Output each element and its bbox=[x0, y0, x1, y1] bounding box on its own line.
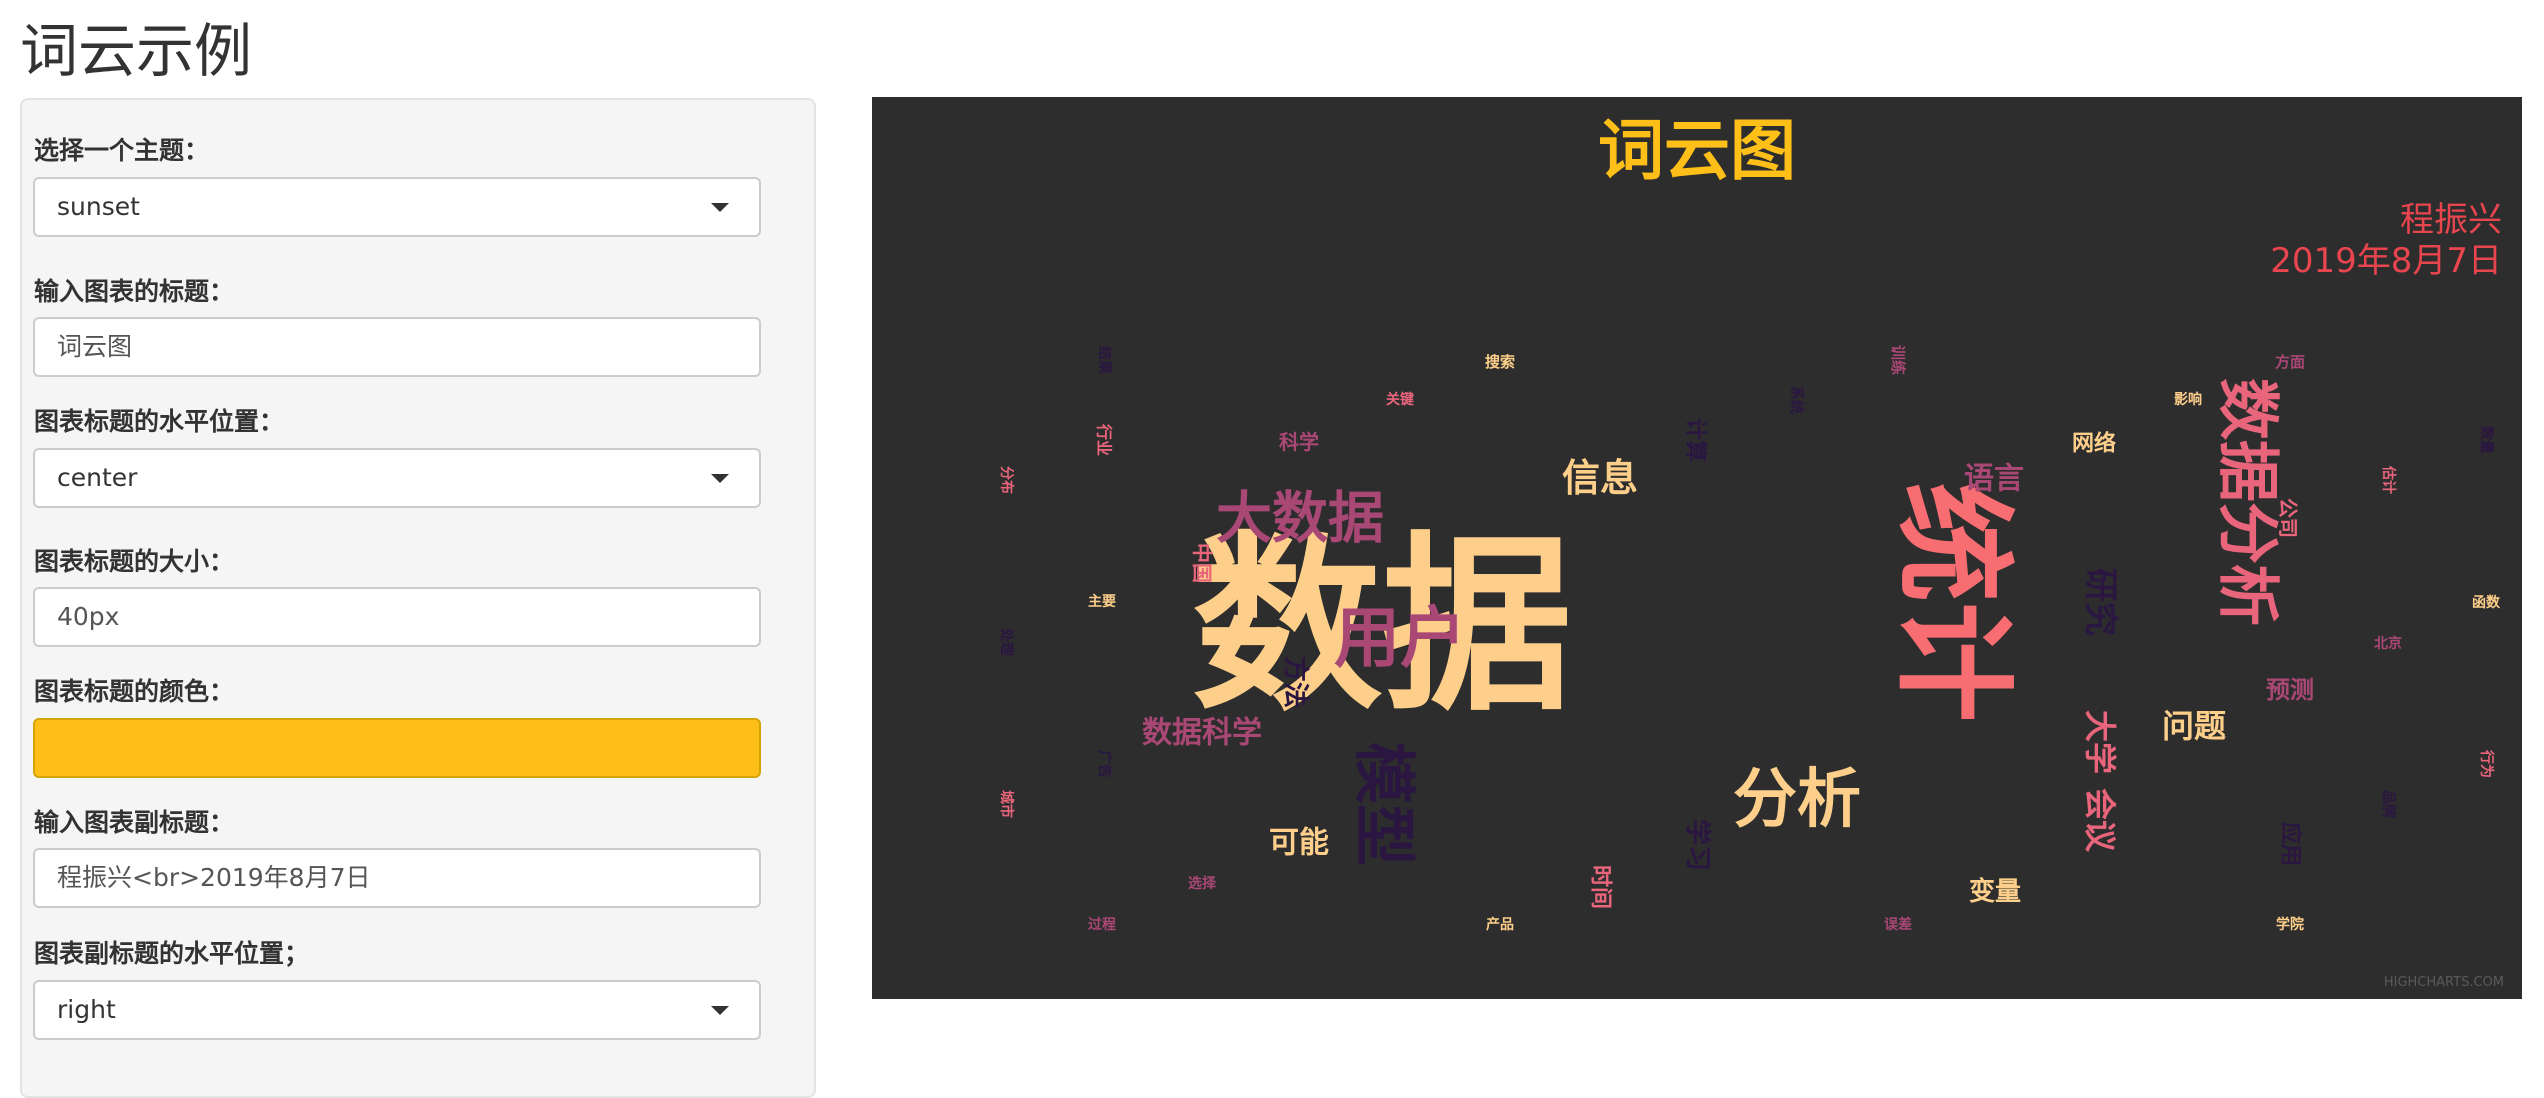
wordcloud-word: 分析 bbox=[1733, 763, 1861, 837]
title-align-select-value: center bbox=[57, 463, 138, 492]
subtitle-align-select-value: right bbox=[57, 995, 116, 1024]
wordcloud-word: 分布 bbox=[998, 466, 1015, 494]
title-color-picker[interactable] bbox=[33, 718, 761, 778]
wordcloud-word: 品牌 bbox=[2380, 790, 2397, 818]
wordcloud-word: 网络 bbox=[2072, 431, 2116, 457]
wordcloud-word: 过程 bbox=[1088, 916, 1116, 933]
wordcloud-word: 方面 bbox=[2275, 353, 2305, 371]
wordcloud-word: 用户 bbox=[1334, 600, 1466, 677]
caret-down-icon bbox=[711, 1006, 729, 1015]
theme-label: 选择一个主题： bbox=[34, 136, 210, 165]
theme-select[interactable]: sunset bbox=[33, 177, 761, 237]
wordcloud-word: 预测 bbox=[2266, 676, 2314, 704]
wordcloud-word: 研究 bbox=[2080, 568, 2120, 636]
wordcloud-word: 科学 bbox=[1279, 430, 1319, 454]
title-color-label: 图表标题的颜色： bbox=[34, 677, 235, 706]
chart-subtitle-line: 2019年8月7日 bbox=[2270, 241, 2502, 281]
wordcloud-word: 信息 bbox=[1562, 456, 1638, 500]
wordcloud-word: 计算 bbox=[1683, 418, 1709, 462]
wordcloud-word: 关键 bbox=[1386, 391, 1415, 408]
wordcloud-word: 时间 bbox=[1588, 865, 1613, 909]
wordcloud-word: 可能 bbox=[1269, 826, 1329, 861]
wordcloud-word: 行业 bbox=[1095, 423, 1114, 456]
chart-subtitle-line: 程振兴 bbox=[2400, 200, 2502, 240]
title-size-input[interactable]: 40px bbox=[33, 587, 761, 647]
subtitle-input-value: 程振兴<br>2019年8月7日 bbox=[57, 863, 371, 892]
wordcloud-word: 搜索 bbox=[1485, 353, 1515, 371]
wordcloud-word: 结果 bbox=[1096, 346, 1113, 375]
subtitle-align-select[interactable]: right bbox=[33, 980, 761, 1040]
title-size-label: 图表标题的大小： bbox=[34, 547, 235, 576]
wordcloud-word: 公司 bbox=[2276, 498, 2300, 538]
wordcloud-word: 变量 bbox=[1969, 876, 2021, 907]
caret-down-icon bbox=[711, 474, 729, 483]
wordcloud-word: 处理 bbox=[998, 627, 1015, 656]
subtitle-align-label: 图表副标题的水平位置； bbox=[34, 939, 310, 968]
wordcloud-word: 语言 bbox=[1964, 462, 2024, 497]
wordcloud-word: 误差 bbox=[1884, 916, 1912, 933]
wordcloud-word: 方法 bbox=[1280, 656, 1311, 708]
title-align-select[interactable]: center bbox=[33, 448, 761, 508]
wordcloud-word: 产品 bbox=[1486, 916, 1514, 933]
wordcloud-word: 系统 bbox=[1788, 386, 1805, 414]
wordcloud-word: 问题 bbox=[2162, 707, 2226, 745]
wordcloud-word: 模型 bbox=[1348, 742, 1421, 866]
chart-credits: HIGHCHARTS.COM bbox=[2384, 975, 2504, 990]
wordcloud-word: 学院 bbox=[2276, 916, 2304, 933]
wordcloud-word: 统计 bbox=[1883, 482, 2022, 722]
wordcloud-word: 行为 bbox=[2478, 749, 2495, 778]
wordcloud-word: 数据分析 bbox=[2212, 378, 2285, 626]
title-label: 输入图表的标题： bbox=[34, 277, 235, 306]
title-size-input-value: 40px bbox=[57, 602, 120, 631]
wordcloud-chart: 词云图 程振兴 2019年8月7日 HIGHCHARTS.COM 数据 统计 数据分析 用户模… bbox=[872, 97, 2522, 999]
wordcloud-svg: 词云图程振兴2019年8月7日HIGHCHARTS.COM数据 统计 数据分析用户模… bbox=[872, 97, 2522, 999]
wordcloud-word: 数据科学 bbox=[1142, 716, 1262, 751]
wordcloud-word: 数量 bbox=[2478, 426, 2495, 454]
theme-select-value: sunset bbox=[57, 192, 140, 221]
wordcloud-word: 北京 bbox=[2374, 635, 2402, 652]
wordcloud-word: 影响 bbox=[2174, 391, 2202, 408]
chart-title: 词云图 bbox=[1598, 112, 1796, 189]
subtitle-input[interactable]: 程振兴<br>2019年8月7日 bbox=[33, 848, 761, 908]
wordcloud-word: 会议 bbox=[2081, 788, 2119, 853]
wordcloud-word: 估计 bbox=[2380, 465, 2397, 494]
title-input-value: 词云图 bbox=[57, 332, 133, 361]
wordcloud-word: 城市 bbox=[998, 790, 1015, 818]
subtitle-label: 输入图表副标题： bbox=[34, 808, 235, 837]
page-title: 词云示例 bbox=[20, 17, 253, 85]
title-input[interactable]: 词云图 bbox=[33, 317, 761, 377]
wordcloud-word: 广告 bbox=[1096, 750, 1113, 778]
caret-down-icon bbox=[711, 203, 729, 212]
wordcloud-word: 学习 bbox=[1682, 819, 1713, 871]
wordcloud-word: 选择 bbox=[1188, 875, 1217, 892]
wordcloud-word: 主要 bbox=[1088, 593, 1116, 610]
wordcloud-word: 函数 bbox=[2472, 594, 2501, 611]
wordcloud-word: 中国 bbox=[1190, 543, 1214, 583]
wordcloud-word: 大学 bbox=[2081, 710, 2119, 774]
wordcloud-word: 应用 bbox=[2278, 822, 2304, 866]
wordcloud-word: 训练 bbox=[1889, 345, 1907, 375]
title-align-label: 图表标题的水平位置： bbox=[34, 407, 285, 436]
wordcloud-word: 大数据 bbox=[1216, 487, 1384, 552]
